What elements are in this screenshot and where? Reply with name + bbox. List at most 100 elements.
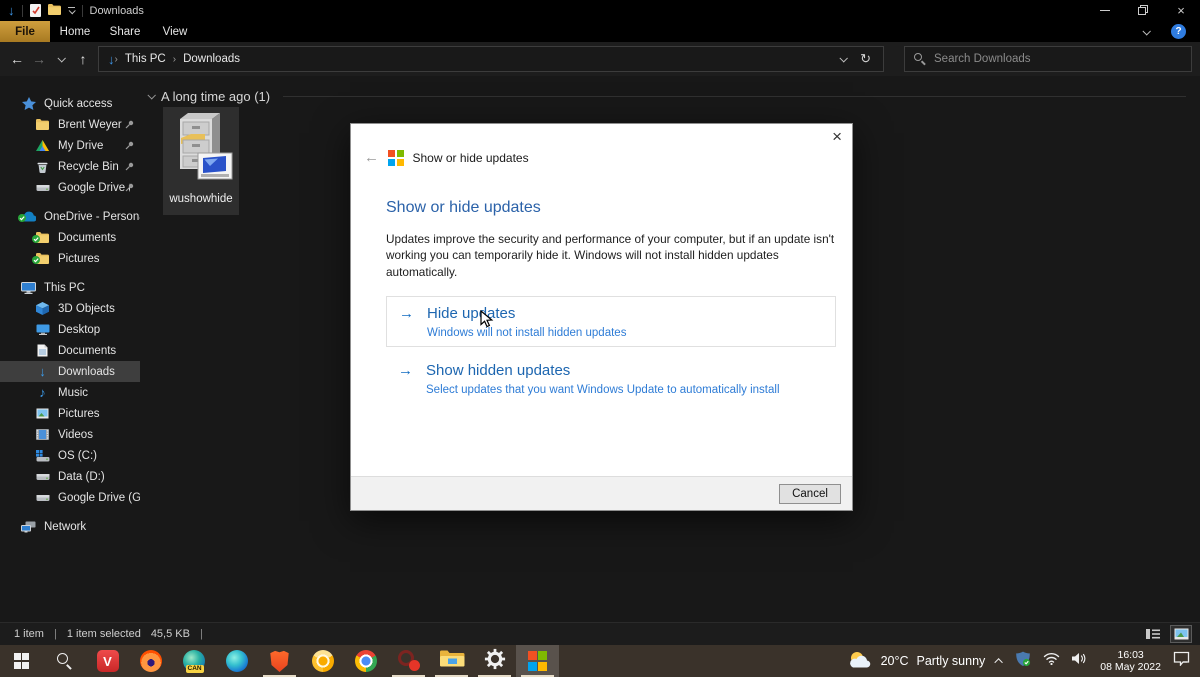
sidebar-item-label: Network [44, 521, 86, 533]
sidebar-item-documents[interactable]: Documents [0, 340, 140, 361]
os-drive-icon [35, 450, 50, 462]
sidebar-item-data-d[interactable]: Data (D:) [0, 466, 140, 487]
group-header-label: A long time ago (1) [161, 89, 270, 104]
taskbar-app-vivaldi[interactable]: V [86, 645, 129, 677]
sidebar-item-recycle-bin[interactable]: Recycle Bin [0, 156, 140, 177]
thumbnail-view-button[interactable] [1170, 625, 1192, 643]
status-divider: | [54, 628, 57, 640]
cancel-button[interactable]: Cancel [779, 484, 841, 504]
show-hidden-updates-option[interactable]: → Show hidden updates Select updates tha… [386, 354, 836, 405]
action-center-icon[interactable] [1173, 651, 1190, 671]
address-bar[interactable]: ↓ › This PC › Downloads ↻ [98, 46, 884, 72]
taskbar-app-edge[interactable] [215, 645, 258, 677]
sidebar-item-my-drive[interactable]: My Drive [0, 135, 140, 156]
close-button[interactable]: × [1162, 0, 1200, 21]
sidebar-item-brent-weyer[interactable]: Brent Weyer [0, 114, 140, 135]
mouse-cursor [480, 310, 495, 333]
breadcrumb-downloads[interactable]: Downloads [176, 53, 247, 65]
help-icon[interactable]: ? [1171, 24, 1186, 39]
sidebar-item-music[interactable]: ♪ Music [0, 382, 140, 403]
taskbar-app-chrome-canary[interactable] [301, 645, 344, 677]
sidebar-item-label: Videos [58, 429, 93, 441]
tray-expand-icon[interactable] [995, 658, 1003, 666]
volume-icon[interactable] [1072, 652, 1088, 670]
search-input[interactable] [934, 53, 1182, 65]
dialog-close-icon[interactable]: × [832, 128, 842, 145]
tab-home[interactable]: Home [50, 21, 100, 42]
security-shield-icon[interactable] [1015, 651, 1031, 672]
taskbar-app-screen-recorder[interactable] [387, 645, 430, 677]
sidebar-item-google-drive[interactable]: Google Drive (G:) [0, 177, 140, 198]
customize-toolbar-icon[interactable] [68, 7, 75, 14]
ribbon-tabs: File Home Share View ? [0, 21, 1200, 42]
dialog-back-icon[interactable]: ← [364, 150, 379, 165]
tab-share[interactable]: Share [100, 21, 150, 42]
forward-button[interactable]: → [28, 51, 50, 67]
sidebar-item-downloads[interactable]: ↓ Downloads [0, 361, 140, 382]
sidebar-item-onedrive-pictures[interactable]: Pictures [0, 248, 140, 269]
sidebar-item-label: Google Drive (G:) [58, 182, 130, 194]
canary-badge: CAN [186, 665, 204, 673]
taskbar-app-settings[interactable] [473, 645, 516, 677]
address-dropdown-icon[interactable] [840, 54, 848, 62]
sidebar-item-os-c[interactable]: OS (C:) [0, 445, 140, 466]
new-folder-quick-icon[interactable] [48, 4, 61, 18]
taskbar-app-file-explorer[interactable] [430, 645, 473, 677]
divider [82, 5, 83, 17]
sidebar-item-pictures[interactable]: Pictures [0, 403, 140, 424]
back-button[interactable]: ← [6, 51, 28, 67]
sidebar-item-onedrive-documents[interactable]: Documents [0, 227, 140, 248]
taskbar-app-chrome[interactable] [344, 645, 387, 677]
taskbar-app-brave[interactable] [258, 645, 301, 677]
sidebar-item-videos[interactable]: Videos [0, 424, 140, 445]
search-icon [914, 53, 926, 65]
collapse-group-icon[interactable] [147, 91, 155, 99]
breadcrumb-this-pc[interactable]: This PC [118, 53, 173, 65]
screen-recorder-icon [398, 650, 420, 672]
restore-button[interactable] [1124, 0, 1162, 21]
taskbar-app-edge-canary[interactable]: CAN [172, 645, 215, 677]
tab-view[interactable]: View [150, 21, 200, 42]
minimize-button[interactable] [1086, 0, 1124, 21]
hide-updates-option[interactable]: → Hide updates Windows will not install … [386, 296, 836, 347]
wifi-icon[interactable] [1043, 652, 1060, 670]
items-count: 1 item [14, 628, 44, 640]
sidebar-item-label: Recycle Bin [58, 161, 119, 173]
details-view-button[interactable] [1142, 625, 1164, 643]
vivaldi-icon: V [97, 650, 119, 672]
tab-file[interactable]: File [0, 21, 50, 42]
firefox-icon [140, 650, 162, 672]
minimize-icon [1100, 10, 1110, 11]
sidebar-item-desktop[interactable]: Desktop [0, 319, 140, 340]
sidebar-item-this-pc[interactable]: This PC [0, 277, 140, 298]
drive-icon [35, 493, 50, 503]
sidebar-item-network[interactable]: Network [0, 516, 140, 537]
sidebar-item-google-drive-g[interactable]: Google Drive (G:) [0, 487, 140, 508]
window-title: Downloads [90, 5, 144, 17]
group-header[interactable]: A long time ago (1) [148, 87, 1200, 105]
sidebar-item-label: Documents [58, 345, 116, 357]
taskbar-clock[interactable]: 16:03 08 May 2022 [1100, 649, 1161, 673]
sidebar-item-onedrive[interactable]: OneDrive - Personal [0, 206, 140, 227]
system-tray: 20°C Partly sunny 16:03 08 May 2022 [847, 645, 1200, 677]
onedrive-cloud-icon [21, 211, 36, 222]
weather-widget[interactable]: 20°C Partly sunny [847, 651, 986, 672]
taskbar-app-firefox[interactable] [129, 645, 172, 677]
chrome-icon [355, 650, 377, 672]
sidebar-item-label: OS (C:) [58, 450, 97, 462]
expand-ribbon-icon[interactable] [1142, 27, 1150, 35]
taskbar-search-button[interactable] [43, 645, 86, 677]
properties-quick-icon[interactable] [30, 4, 41, 17]
sidebar-item-quick-access[interactable]: Quick access [0, 93, 140, 114]
refresh-icon[interactable]: ↻ [860, 51, 871, 67]
selection-count: 1 item selected [67, 628, 141, 640]
sidebar-item-3d-objects[interactable]: 3D Objects [0, 298, 140, 319]
up-button[interactable]: ↑ [72, 51, 94, 67]
taskbar-app-show-or-hide-updates[interactable] [516, 645, 559, 677]
start-button[interactable] [0, 645, 43, 677]
synced-check-icon [18, 213, 26, 225]
recent-locations-icon[interactable] [50, 56, 72, 62]
file-item-wushowhide[interactable]: wushowhide [163, 107, 239, 215]
pin-icon [125, 162, 134, 174]
search-box[interactable] [904, 46, 1192, 72]
